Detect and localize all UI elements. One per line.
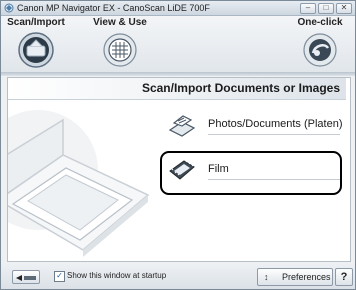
- tab-label: View & Use: [93, 17, 147, 28]
- toolbar-divider: [1, 72, 355, 76]
- window-title: Canon MP Navigator EX - CanoScan LiDE 70…: [17, 3, 210, 13]
- tab-one-click[interactable]: One-click: [285, 16, 355, 69]
- option-underline: [208, 134, 340, 135]
- scanner-button[interactable]: [12, 270, 40, 284]
- minimize-button[interactable]: –: [300, 3, 316, 14]
- close-button[interactable]: ✕: [336, 3, 352, 14]
- panel-title: Scan/Import Documents or Images: [141, 81, 340, 95]
- platen-icon: [168, 115, 196, 137]
- preferences-button[interactable]: ↕ Preferences: [257, 268, 333, 286]
- scanner-illustration: [8, 110, 150, 257]
- preferences-label: Preferences: [282, 272, 331, 282]
- panel-header: Scan/Import Documents or Images: [8, 78, 346, 100]
- help-button[interactable]: ?: [335, 268, 353, 286]
- app-window: Canon MP Navigator EX - CanoScan LiDE 70…: [0, 0, 356, 290]
- app-icon: [4, 3, 14, 13]
- scanner-icon: [16, 275, 36, 281]
- option-photos-documents[interactable]: Photos/Documents (Platen): [168, 112, 344, 137]
- scan-import-icon: [18, 32, 54, 68]
- tab-label: Scan/Import: [7, 17, 65, 28]
- view-use-icon: [103, 33, 137, 67]
- title-bar[interactable]: Canon MP Navigator EX - CanoScan LiDE 70…: [1, 1, 355, 16]
- status-bar: ✓ Show this window at startup ↕ Preferen…: [1, 263, 355, 289]
- film-highlight-outline: [160, 151, 342, 195]
- tab-label: One-click: [297, 17, 343, 28]
- show-at-startup-label: Show this window at startup: [67, 271, 167, 280]
- one-click-icon: [303, 33, 337, 67]
- tab-view-use[interactable]: View & Use: [85, 16, 155, 69]
- tab-scan-import[interactable]: Scan/Import: [1, 16, 71, 69]
- preferences-icon: ↕: [264, 272, 269, 282]
- maximize-button[interactable]: □: [318, 3, 334, 14]
- option-label: Photos/Documents (Platen): [208, 118, 343, 130]
- show-at-startup-checkbox[interactable]: ✓: [54, 271, 65, 282]
- mode-toolbar: Scan/Import View & Use One-click: [1, 16, 355, 72]
